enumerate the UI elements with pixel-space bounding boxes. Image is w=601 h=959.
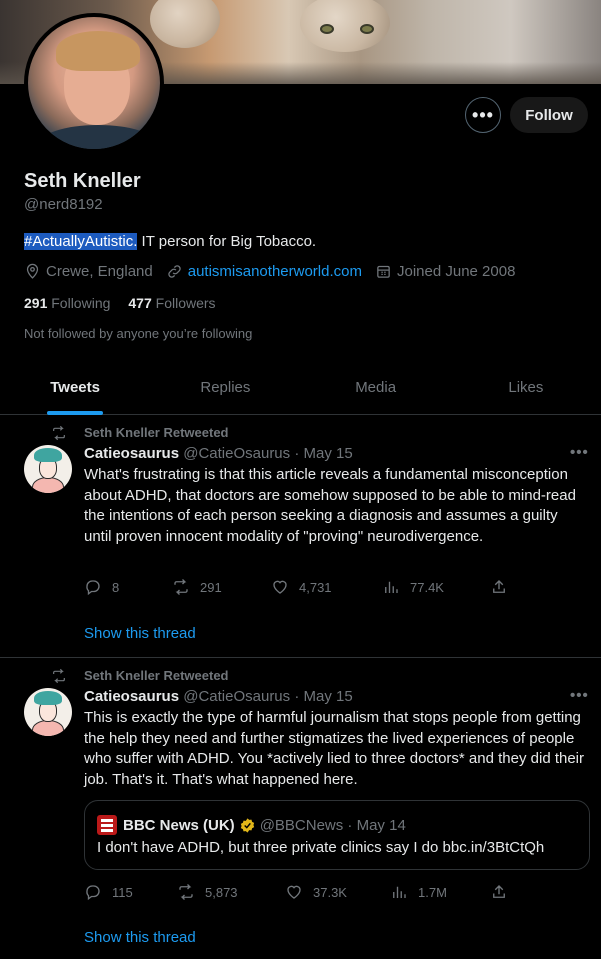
profile-name: Seth Kneller: [24, 170, 141, 192]
retweet-button[interactable]: 5,873: [177, 883, 238, 901]
website-link[interactable]: autismisanotherworld.com: [188, 263, 362, 280]
location-pin-icon: [26, 263, 39, 279]
reply-icon: [86, 580, 100, 596]
followers-link[interactable]: 477 Followers: [128, 295, 215, 311]
tweet-author-name[interactable]: Catieosaurus: [84, 445, 179, 462]
quoted-tweet-header: BBC News (UK) @BBCNews · May 14: [97, 815, 406, 835]
bio-hashtag[interactable]: #ActuallyAutistic.: [24, 233, 138, 250]
retweet-icon: [53, 425, 65, 440]
retweet-label: Seth Kneller Retweeted: [84, 425, 229, 440]
heart-icon: [273, 580, 287, 594]
like-button[interactable]: 4,731: [271, 578, 332, 596]
profile-bio: #ActuallyAutistic. IT person for Big Tob…: [24, 233, 316, 250]
verified-badge-icon: [240, 817, 254, 833]
share-button[interactable]: [490, 578, 518, 596]
avatar-shirt: [38, 125, 158, 149]
tab-likes[interactable]: Likes: [451, 360, 601, 414]
share-icon: [493, 885, 505, 898]
view-count: 77.4K: [410, 579, 444, 595]
views-chart-icon: [393, 886, 406, 898]
followers-label: Followers: [155, 295, 216, 311]
retweet-button[interactable]: 291: [172, 578, 222, 596]
tab-media[interactable]: Media: [301, 360, 451, 414]
profile-joined: Joined June 2008: [375, 263, 515, 280]
reply-icon: [86, 885, 100, 901]
not-followed-note: Not followed by anyone you’re following: [24, 326, 253, 341]
reply-count: 115: [112, 884, 133, 900]
quoted-tweet-text: I don't have ADHD, but three private cli…: [97, 839, 545, 856]
location-text: Crewe, England: [46, 263, 153, 280]
share-icon: [493, 580, 505, 593]
retweet-count: 291: [200, 579, 222, 595]
tweet[interactable]: Seth Kneller Retweeted Catieosaurus @Cat…: [0, 415, 601, 658]
tweet-more-icon[interactable]: •••: [570, 687, 589, 704]
followers-count: 477: [128, 295, 152, 311]
profile-tabs: Tweets Replies Media Likes: [0, 360, 601, 415]
show-thread-link[interactable]: Show this thread: [84, 929, 196, 946]
joined-text: Joined June 2008: [396, 263, 516, 280]
views-button[interactable]: 1.7M: [390, 883, 447, 901]
profile-website[interactable]: autismisanotherworld.com: [166, 263, 362, 280]
bbc-news-logo-icon: [97, 815, 117, 835]
link-icon: [168, 265, 181, 278]
reply-count: 8: [112, 579, 120, 595]
quoted-author-name[interactable]: BBC News (UK): [123, 817, 235, 834]
following-count: 291: [24, 295, 48, 311]
retweet-indicator: Seth Kneller Retweeted: [53, 425, 229, 440]
bio-text: IT person for Big Tobacco.: [137, 233, 317, 250]
tweet-author-name[interactable]: Catieosaurus: [84, 688, 179, 705]
tweet-handle-date[interactable]: @CatieOsaurus · May 15: [183, 445, 352, 462]
banner-cat-shape: [300, 0, 390, 52]
profile-location: Crewe, England: [24, 263, 153, 280]
views-button[interactable]: 77.4K: [382, 578, 444, 596]
banner-cat-eye: [320, 24, 334, 34]
tweet-actions: 115 5,873 37.3K 1.7M: [84, 882, 514, 902]
banner-cat-shape: [150, 0, 220, 48]
profile-avatar[interactable]: [24, 13, 164, 153]
share-button[interactable]: [490, 883, 518, 901]
like-button[interactable]: 37.3K: [285, 883, 347, 901]
following-link[interactable]: 291 Following: [24, 295, 110, 311]
tab-tweets[interactable]: Tweets: [0, 360, 150, 414]
tweet-header: Catieosaurus @CatieOsaurus · May 15: [84, 688, 353, 705]
reply-button[interactable]: 8: [84, 578, 119, 596]
tweet-more-icon[interactable]: •••: [570, 444, 589, 461]
retweet-icon: [53, 668, 65, 683]
reply-button[interactable]: 115: [84, 883, 133, 901]
retweet-count: 5,873: [205, 884, 238, 900]
avatar-hair: [56, 31, 140, 71]
view-count: 1.7M: [418, 884, 447, 900]
tweet-text: What's frustrating is that this article …: [84, 466, 576, 545]
profile-meta: Crewe, England autismisanotherworld.com …: [24, 263, 528, 280]
tab-replies[interactable]: Replies: [150, 360, 300, 414]
tweet-header: Catieosaurus @CatieOsaurus · May 15: [84, 445, 353, 462]
follow-stats: 291 Following 477 Followers: [24, 295, 216, 311]
tweet-handle-date[interactable]: @CatieOsaurus · May 15: [183, 688, 352, 705]
show-thread-link[interactable]: Show this thread: [84, 625, 196, 642]
tweet-author-avatar[interactable]: [24, 445, 72, 493]
banner-cat-eye: [360, 24, 374, 34]
quoted-handle-date[interactable]: @BBCNews · May 14: [260, 817, 406, 834]
following-label: Following: [51, 295, 111, 311]
tweet-actions: 8 291 4,731 77.4K: [84, 577, 514, 597]
like-count: 37.3K: [313, 884, 347, 900]
retweet-indicator: Seth Kneller Retweeted: [53, 668, 229, 683]
heart-icon: [287, 885, 301, 899]
retweet-icon: [174, 579, 188, 595]
retweet-label: Seth Kneller Retweeted: [84, 668, 229, 683]
more-options-button[interactable]: •••: [465, 97, 501, 133]
tweet-author-avatar[interactable]: [24, 688, 72, 736]
profile-handle: @nerd8192: [24, 196, 103, 213]
calendar-icon: [377, 265, 390, 278]
follow-button[interactable]: Follow: [510, 97, 588, 133]
retweet-icon: [179, 884, 193, 900]
tweet-text: This is exactly the type of harmful jour…: [84, 709, 585, 788]
views-chart-icon: [385, 581, 398, 593]
like-count: 4,731: [299, 579, 332, 595]
quoted-tweet[interactable]: BBC News (UK) @BBCNews · May 14 I don't …: [84, 800, 590, 870]
